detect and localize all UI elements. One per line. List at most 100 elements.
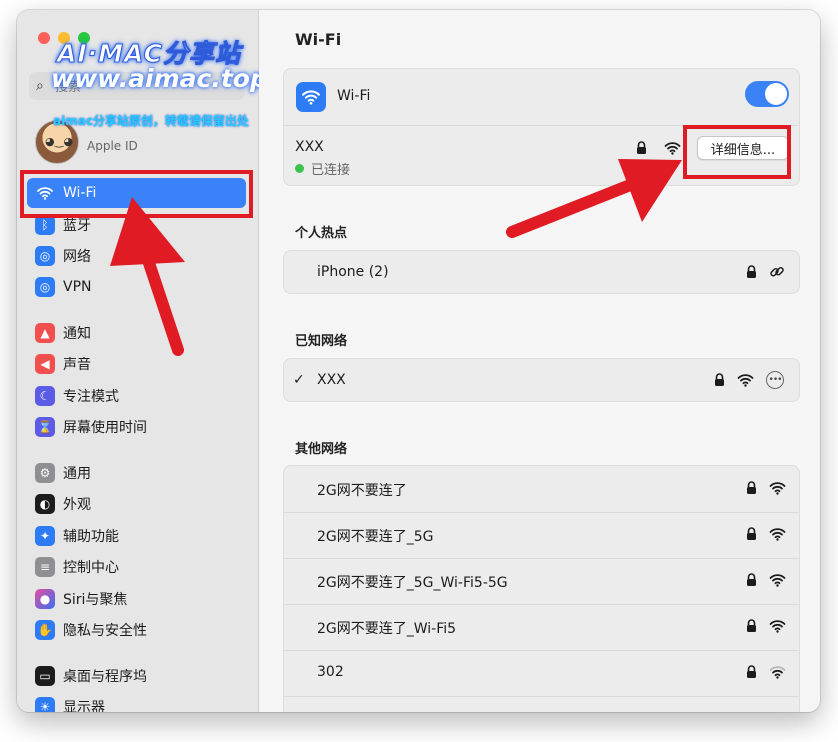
globe-icon: ◎ bbox=[35, 246, 55, 266]
search-icon: ⌕ bbox=[36, 78, 44, 94]
wifi-toggle[interactable] bbox=[745, 81, 789, 107]
wifi-signal-icon bbox=[769, 527, 786, 541]
lock-icon bbox=[636, 141, 647, 155]
control-center-icon: ≡ bbox=[35, 557, 55, 577]
sidebar-item-label: 屏幕使用时间 bbox=[63, 420, 147, 436]
close-window-button[interactable] bbox=[38, 32, 50, 44]
accessibility-icon: ✦ bbox=[35, 526, 55, 546]
network-name: 2G网不要连了 bbox=[317, 483, 407, 499]
sidebar-item-label: 桌面与程序坞 bbox=[63, 669, 147, 685]
divider bbox=[284, 696, 799, 697]
sidebar-item-label: 隐私与安全性 bbox=[63, 623, 147, 639]
other-network-row[interactable]: 2G网不要连了 bbox=[284, 466, 799, 512]
sidebar-item-privacy[interactable]: ✋ 隐私与安全性 bbox=[27, 615, 246, 645]
wifi-icon bbox=[296, 82, 326, 112]
highlight-box-details bbox=[683, 125, 791, 179]
lock-icon bbox=[746, 619, 757, 633]
sidebar-item-sound[interactable]: ◀ 声音 bbox=[27, 349, 246, 379]
other-network-row[interactable]: 2G网不要连了_Wi-Fi5 bbox=[284, 604, 799, 650]
sidebar: ⌕ ◕‿◕ Apple ID AI·MAC分享站 www.aimac.top a… bbox=[17, 10, 268, 712]
network-name: 2G网不要连了_Wi-Fi5 bbox=[317, 621, 457, 637]
sidebar-item-accessibility[interactable]: ✦ 辅助功能 bbox=[27, 521, 246, 551]
known-network-name: XXX bbox=[317, 372, 346, 388]
sidebar-item-label: VPN bbox=[63, 279, 92, 295]
wifi-signal-icon bbox=[737, 373, 754, 387]
wifi-weak-signal-icon bbox=[769, 665, 786, 679]
connection-status: 已连接 bbox=[295, 159, 350, 178]
hotspot-section-title: 个人热点 bbox=[295, 226, 348, 241]
current-network-name: XXX bbox=[295, 139, 324, 155]
hotspot-card: iPhone (2) bbox=[283, 250, 800, 294]
known-networks-section-title: 已知网络 bbox=[295, 334, 348, 349]
sidebar-item-label: 专注模式 bbox=[63, 389, 119, 405]
toggle-knob bbox=[765, 83, 787, 105]
sidebar-item-label: 外观 bbox=[63, 497, 91, 513]
sidebar-item-label: 控制中心 bbox=[63, 560, 119, 576]
other-networks-card: 2G网不要连了 2G网不要连了_5G 2G网不要连了_5G_Wi-Fi5-5G … bbox=[283, 465, 800, 712]
sun-icon: ☀ bbox=[35, 697, 55, 712]
sidebar-item-control-center[interactable]: ≡ 控制中心 bbox=[27, 552, 246, 582]
sidebar-item-label: 网络 bbox=[63, 249, 91, 265]
moon-icon: ☾ bbox=[35, 386, 55, 406]
network-name: 302 bbox=[317, 664, 344, 680]
lock-icon bbox=[746, 527, 757, 541]
wifi-signal-icon bbox=[769, 481, 786, 495]
sidebar-item-label: 辅助功能 bbox=[63, 529, 119, 545]
sidebar-item-focus[interactable]: ☾ 专注模式 bbox=[27, 381, 246, 411]
dock-icon: ▭ bbox=[35, 666, 55, 686]
other-network-row[interactable]: 2G网不要连了_5G bbox=[284, 512, 799, 558]
sidebar-item-notifications[interactable]: ▲ 通知 bbox=[27, 318, 246, 348]
network-name: 2G网不要连了_5G_Wi-Fi5-5G bbox=[317, 575, 508, 591]
link-icon bbox=[769, 264, 785, 280]
main-panel: Wi-Fi Wi-Fi XXX 已连接 详细信息... 个人热点 iPhone … bbox=[259, 10, 820, 712]
highlight-box-wifi bbox=[20, 170, 253, 218]
sidebar-item-displays[interactable]: ☀ 显示器 bbox=[27, 692, 246, 712]
other-networks-section-title: 其他网络 bbox=[295, 442, 348, 457]
settings-window: ⌕ ◕‿◕ Apple ID AI·MAC分享站 www.aimac.top a… bbox=[17, 10, 820, 712]
lock-icon bbox=[746, 665, 757, 679]
watermark-url: www.aimac.top bbox=[51, 64, 268, 93]
bluetooth-icon: ᛒ bbox=[35, 215, 55, 235]
lock-icon bbox=[746, 481, 757, 495]
known-networks-card: ✓ XXX ••• bbox=[283, 358, 800, 402]
hand-icon: ✋ bbox=[35, 620, 55, 640]
sidebar-item-vpn[interactable]: ◎ VPN bbox=[27, 272, 246, 302]
appearance-icon: ◐ bbox=[35, 494, 55, 514]
apple-id-label: Apple ID bbox=[87, 139, 138, 153]
hotspot-row[interactable]: iPhone (2) bbox=[284, 251, 799, 293]
sidebar-item-label: 蓝牙 bbox=[63, 218, 91, 234]
lock-icon bbox=[746, 265, 757, 279]
sidebar-item-label: 通用 bbox=[63, 466, 91, 482]
known-network-row[interactable]: ✓ XXX ••• bbox=[284, 359, 799, 401]
hourglass-icon: ⌛ bbox=[35, 417, 55, 437]
sidebar-item-network[interactable]: ◎ 网络 bbox=[27, 241, 246, 271]
sidebar-item-label: Siri与聚焦 bbox=[63, 592, 128, 608]
sidebar-item-label: 显示器 bbox=[63, 700, 105, 712]
connection-status-label: 已连接 bbox=[311, 163, 351, 178]
wifi-signal-icon bbox=[769, 619, 786, 633]
page-title: Wi-Fi bbox=[295, 30, 342, 49]
vpn-globe-icon: ◎ bbox=[35, 277, 55, 297]
wifi-label: Wi-Fi bbox=[337, 88, 371, 104]
more-options-button[interactable]: ••• bbox=[766, 371, 784, 389]
lock-icon bbox=[746, 573, 757, 587]
other-network-row[interactable]: 302 bbox=[284, 650, 799, 696]
watermark-note: aimac分享站原创，转载请保留出处 bbox=[53, 114, 249, 128]
other-network-row[interactable]: 2G网不要连了_5G_Wi-Fi5-5G bbox=[284, 558, 799, 604]
sidebar-item-appearance[interactable]: ◐ 外观 bbox=[27, 489, 246, 519]
speaker-icon: ◀ bbox=[35, 354, 55, 374]
bell-icon: ▲ bbox=[35, 323, 55, 343]
network-name: 2G网不要连了_5G bbox=[317, 529, 434, 545]
sidebar-item-label: 声音 bbox=[63, 357, 91, 373]
sidebar-item-desktop-dock[interactable]: ▭ 桌面与程序坞 bbox=[27, 661, 246, 691]
wifi-signal-icon bbox=[664, 141, 681, 155]
gear-icon: ⚙ bbox=[35, 463, 55, 483]
sidebar-item-siri[interactable]: ● Siri与聚焦 bbox=[27, 584, 246, 614]
sidebar-item-label: 通知 bbox=[63, 326, 91, 342]
sidebar-item-general[interactable]: ⚙ 通用 bbox=[27, 458, 246, 488]
siri-icon: ● bbox=[35, 589, 55, 609]
sidebar-item-screen-time[interactable]: ⌛ 屏幕使用时间 bbox=[27, 412, 246, 442]
connected-dot-icon bbox=[295, 164, 304, 173]
checkmark-icon: ✓ bbox=[293, 372, 305, 388]
lock-icon bbox=[714, 373, 725, 387]
